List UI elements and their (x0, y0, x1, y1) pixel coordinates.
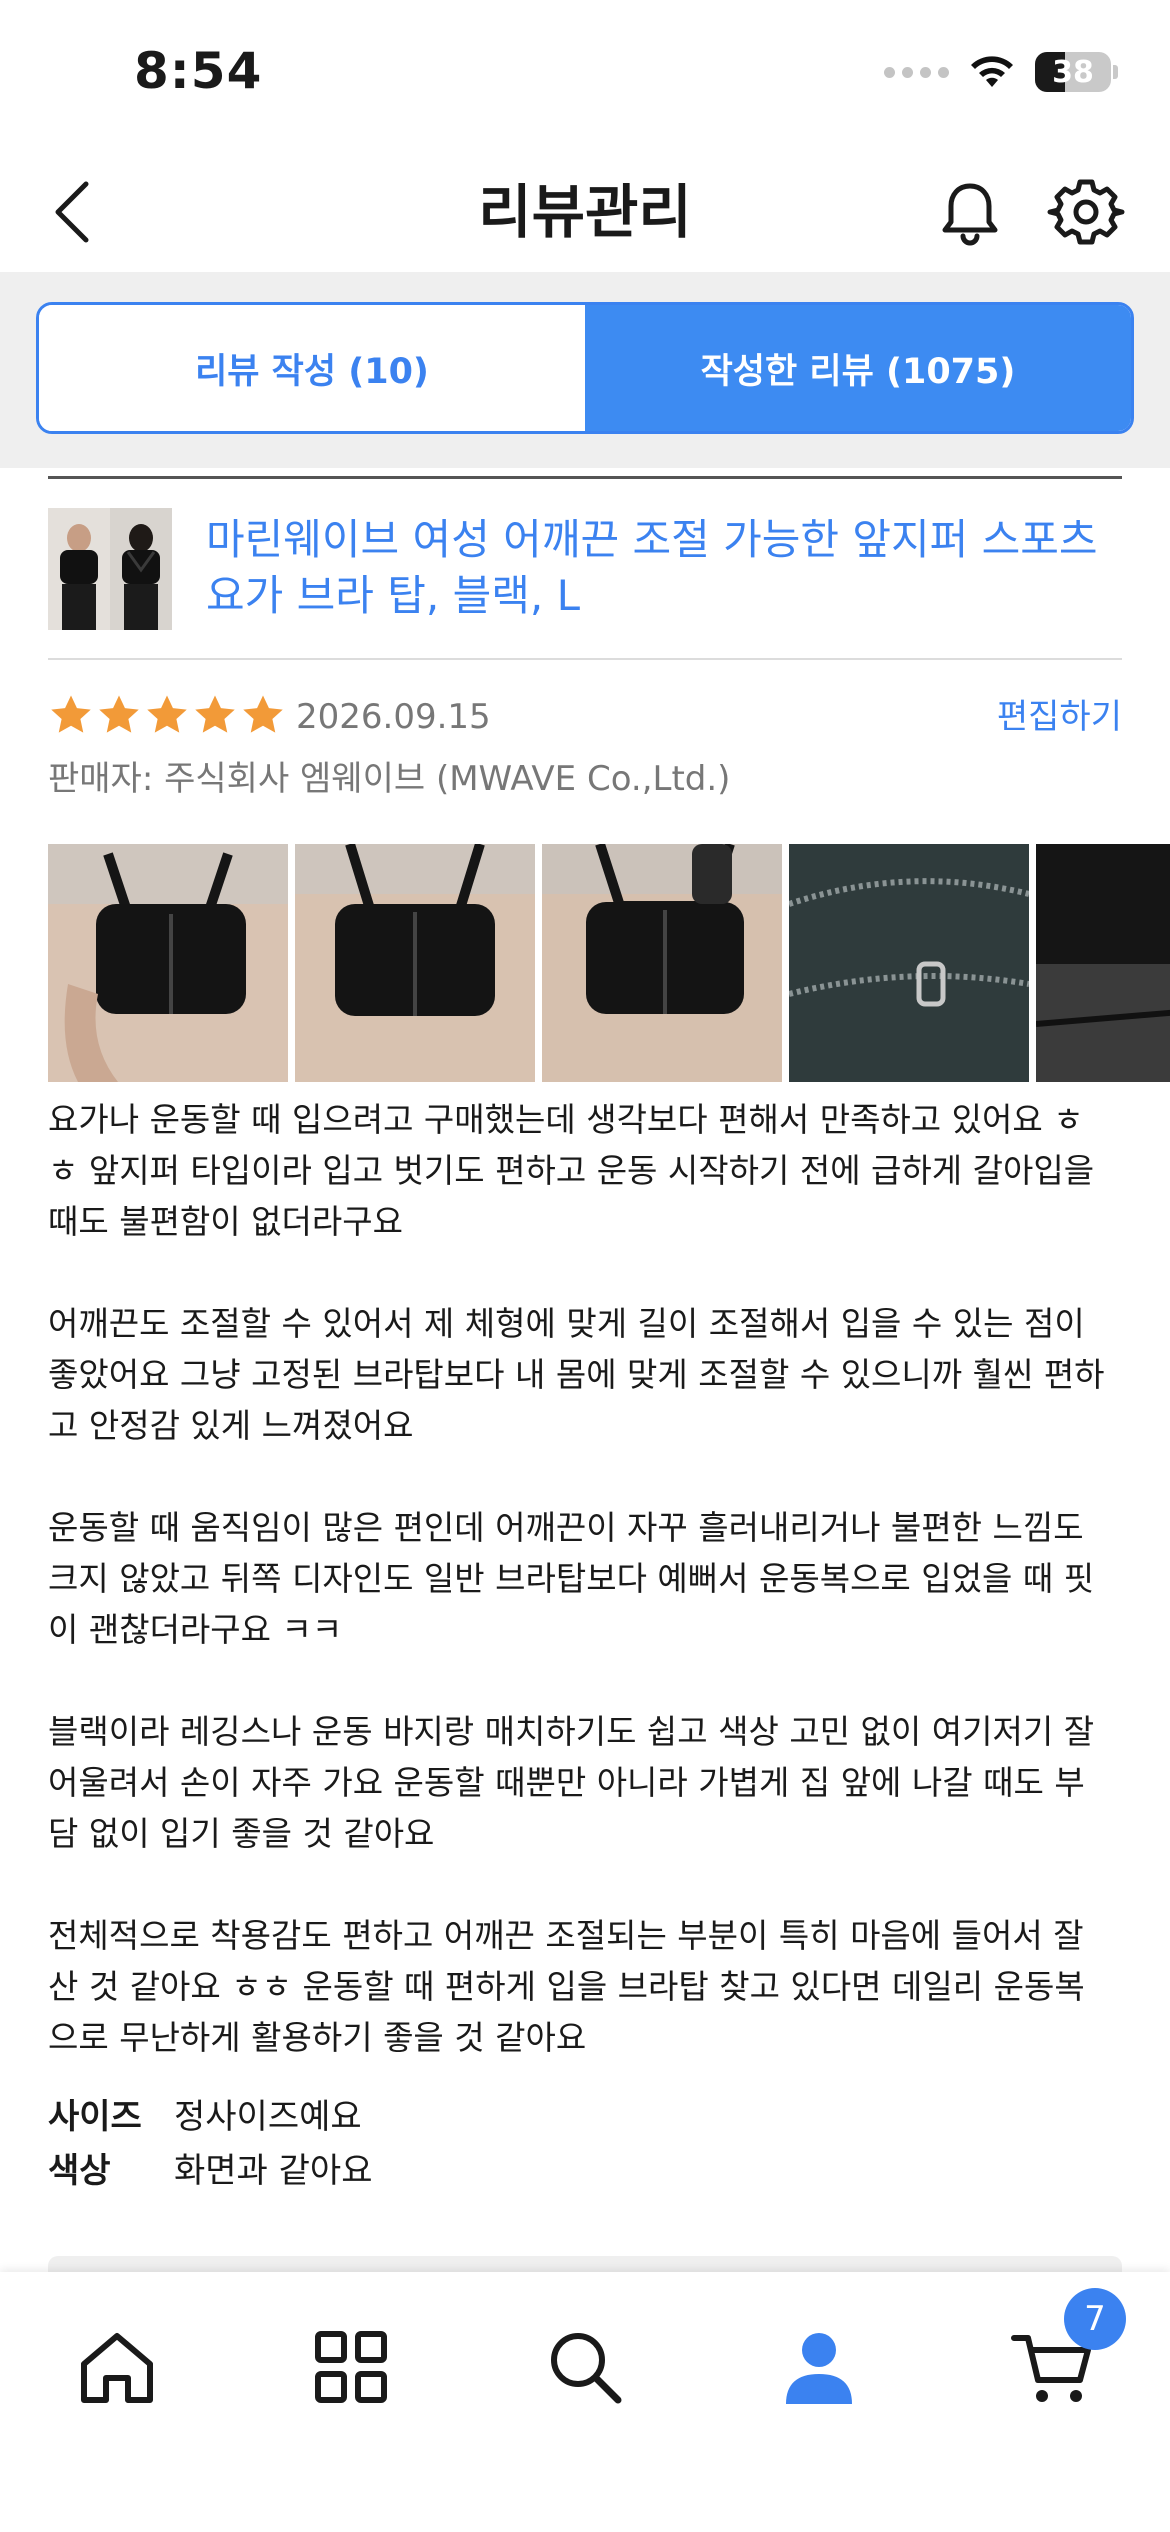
status-icons: 38 (884, 52, 1118, 92)
review-photo[interactable] (789, 844, 1029, 1082)
gear-icon[interactable] (1046, 172, 1126, 252)
tab-write-review[interactable]: 리뷰 작성 (10) (39, 305, 585, 431)
home-icon[interactable] (72, 2322, 162, 2412)
review-paragraph: 블랙이라 레깅스나 운동 바지랑 매치하기도 쉽고 색상 고민 없이 여기저기 … (48, 1712, 1095, 1853)
product-thumbnail[interactable] (48, 508, 172, 630)
star-rating (48, 692, 286, 738)
review-paragraph: 어깨끈도 조절할 수 있어서 제 체형에 맞게 길이 조절해서 입을 수 있는 … (48, 1304, 1105, 1445)
battery-icon: 38 (1035, 52, 1118, 92)
attribute-value: 화면과 같아요 (174, 2151, 373, 2191)
cellular-signal-icon (884, 66, 949, 78)
review-photo[interactable] (48, 844, 288, 1082)
review-photo[interactable] (542, 844, 782, 1082)
bottom-tab-bar (0, 2272, 1170, 2532)
review-paragraph: 전체적으로 착용감도 편하고 어깨끈 조절되는 부분이 특히 마음에 들어서 잘… (48, 1916, 1085, 2057)
divider (48, 658, 1122, 660)
status-bar: 8:54 38 (0, 0, 1170, 150)
attribute-value: 정사이즈예요 (174, 2097, 362, 2137)
grid-icon[interactable] (306, 2322, 396, 2412)
tab-written-reviews[interactable]: 작성한 리뷰 (1075) (585, 305, 1131, 431)
divider (48, 476, 1122, 479)
wifi-icon (971, 56, 1013, 87)
star-icon (99, 695, 139, 733)
review-photo[interactable] (1036, 844, 1170, 1082)
review-date: 2026.09.15 (296, 697, 491, 737)
review-paragraph: 운동할 때 움직임이 많은 편인데 어깨끈이 자꾸 흘러내리거나 불편한 느낌도… (48, 1508, 1095, 1649)
rating-row: 2026.09.15 편집하기 (48, 690, 1122, 746)
star-icon (243, 695, 283, 733)
attribute-row: 사이즈 정사이즈예요 (48, 2090, 1122, 2144)
product-info[interactable]: 마린웨이브 여성 어깨끈 조절 가능한 앞지퍼 스포츠 요가 브라 탑, 블랙,… (48, 508, 1122, 660)
review-photo[interactable] (295, 844, 535, 1082)
status-time: 8:54 (134, 42, 263, 100)
review-photos[interactable] (48, 844, 1170, 1082)
attribute-label: 사이즈 (48, 2097, 142, 2137)
battery-level: 38 (1052, 54, 1094, 90)
profile-icon[interactable] (774, 2322, 864, 2412)
seller-name: 판매자: 주식회사 엠웨이브 (MWAVE Co.,Ltd.) (48, 759, 731, 799)
review-paragraph: 요가나 운동할 때 입으려고 구매했는데 생각보다 편해서 만족하고 있어요 ㅎ… (48, 1100, 1095, 1241)
star-icon (195, 695, 235, 733)
attribute-label: 색상 (48, 2151, 111, 2191)
search-icon[interactable] (540, 2322, 630, 2412)
tabs-area: 리뷰 작성 (10) 작성한 리뷰 (1075) (0, 272, 1170, 468)
edit-review-button[interactable]: 편집하기 (997, 694, 1122, 740)
cart-badge: 7 (1064, 2288, 1126, 2350)
product-title[interactable]: 마린웨이브 여성 어깨끈 조절 가능한 앞지퍼 스포츠 요가 브라 탑, 블랙,… (206, 512, 1106, 624)
star-icon (51, 695, 91, 733)
review-tabs: 리뷰 작성 (10) 작성한 리뷰 (1075) (36, 302, 1134, 434)
star-icon (147, 695, 187, 733)
attribute-row: 색상 화면과 같아요 (48, 2144, 1122, 2198)
review-text: 요가나 운동할 때 입으려고 구매했는데 생각보다 편해서 만족하고 있어요 ㅎ… (48, 1094, 1128, 2114)
review-attributes: 사이즈 정사이즈예요 색상 화면과 같아요 (48, 2090, 1122, 2198)
nav-bar: 리뷰관리 (0, 150, 1170, 272)
bell-icon[interactable] (930, 172, 1010, 252)
